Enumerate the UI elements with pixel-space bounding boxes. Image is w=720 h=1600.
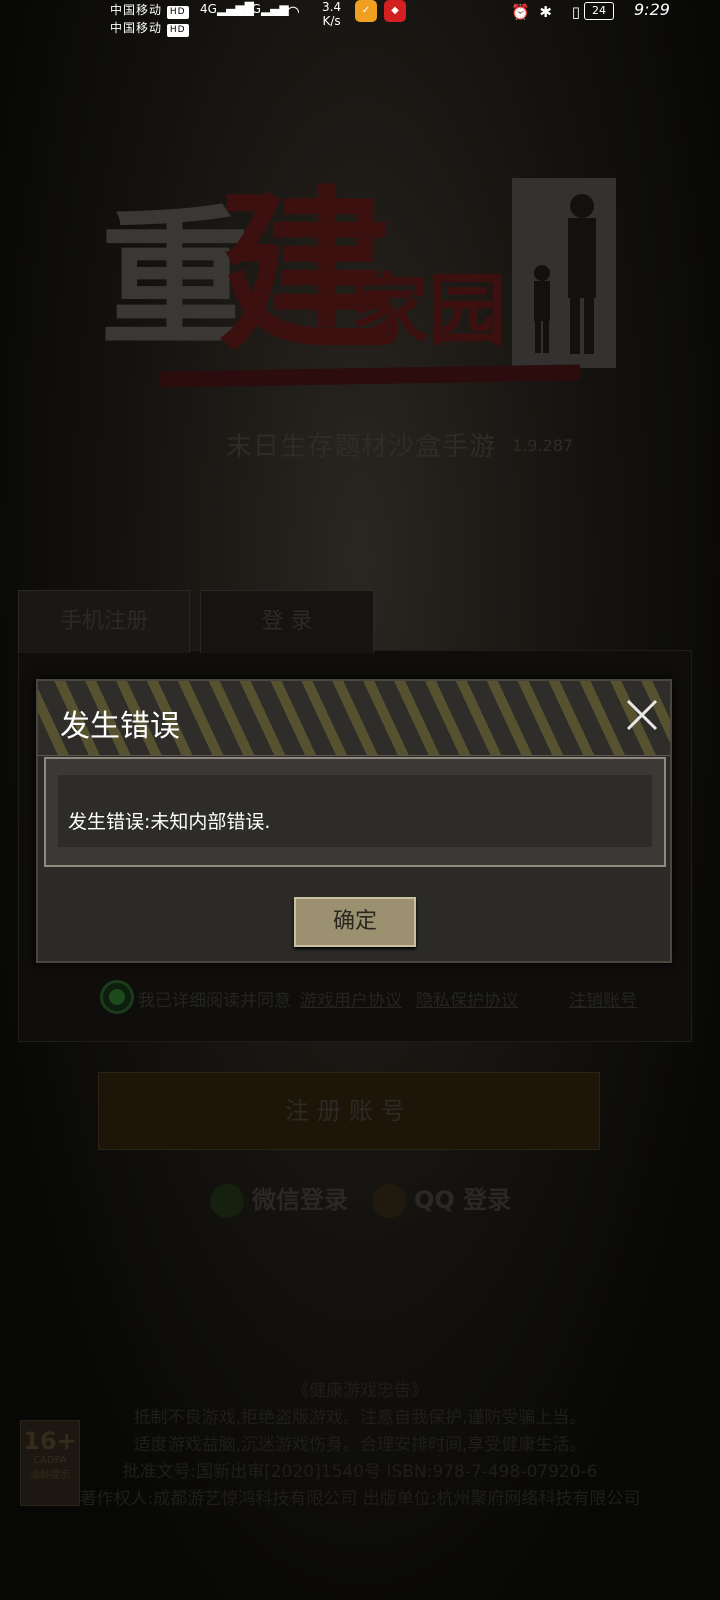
- notice-line-2: 适度游戏益脑,沉迷游戏伤身。合理安排时间,享受健康生活。: [133, 1435, 587, 1455]
- age-rating-number: 16+: [23, 1427, 77, 1455]
- wechat-login-button[interactable]: 微信登录: [210, 1180, 348, 1218]
- close-icon[interactable]: [622, 695, 662, 735]
- agreement-row: 我已详细阅读并同意 游戏用户协议 隐私保护协议 注销账号: [100, 980, 660, 1014]
- alarm-icon: ⏰: [511, 3, 530, 21]
- health-notice: 《健康游戏忠告》 抵制不良游戏,拒绝盗版游戏。注意自我保护,谨防受骗上当。 适度…: [0, 1378, 720, 1513]
- battery-icon: 24: [584, 2, 614, 20]
- vibrate-icon: ▯: [571, 3, 580, 21]
- agree-radio[interactable]: [100, 980, 134, 1014]
- dialog-message: 发生错误:未知内部错误.: [68, 811, 271, 833]
- qq-login-button[interactable]: QQ 登录: [372, 1180, 511, 1218]
- silhouette-image: [512, 178, 616, 368]
- qq-icon: [372, 1184, 406, 1218]
- game-version: 1.9.287: [512, 436, 574, 455]
- network-speed: 3.4 K/s: [322, 0, 342, 28]
- register-button[interactable]: 注册账号: [98, 1072, 600, 1150]
- agreement-text: 我已详细阅读并同意: [138, 991, 291, 1011]
- carrier-2: 中国移动: [110, 21, 163, 35]
- logo-rest: 家园: [350, 265, 507, 356]
- dialog-header: 发生错误: [38, 681, 670, 756]
- hd-badge-2: HD: [166, 24, 189, 37]
- tab-phone-register[interactable]: 手机注册: [18, 590, 190, 653]
- message-box: 发生错误:未知内部错误.: [44, 757, 666, 867]
- wifi-icon: ◠: [286, 2, 300, 21]
- game-logo: 重 建 家园: [100, 170, 620, 388]
- status-bar: 中国移动 HD 中国移动 HD 4G▂▄▆█ 5G▂▄▆ ◠ 3.4 K/s ✓…: [0, 0, 720, 37]
- notify-app-icon-2: ◆: [384, 0, 406, 22]
- notify-app-icon: ✓: [355, 0, 377, 22]
- notice-line-4: 著作权人:成都游艺惊鸿科技有限公司 出版单位:杭州聚府网络科技有限公司: [79, 1489, 641, 1509]
- wechat-login-label: 微信登录: [252, 1186, 348, 1214]
- dialog-title: 发生错误: [60, 709, 180, 744]
- age-rating-badge: 16+ CADPA 适龄提示: [20, 1420, 80, 1506]
- family-silhouette-icon: [534, 194, 596, 354]
- notice-line-1: 抵制不良游戏,拒绝盗版游戏。注意自我保护,谨防受骗上当。: [133, 1408, 587, 1428]
- clock: 9:29: [634, 0, 670, 19]
- cancel-account-link[interactable]: 注销账号: [569, 986, 637, 1011]
- wechat-icon: [210, 1184, 244, 1218]
- notice-line-3: 批准文号:国新出审[2020]1540号 ISBN:978-7-498-0792…: [122, 1462, 598, 1482]
- age-rating-org: CADPA: [33, 1455, 67, 1466]
- ok-button[interactable]: 确定: [294, 897, 416, 947]
- carrier-1: 中国移动: [110, 3, 163, 17]
- signal-5g-icon: 5G▂▄▆: [244, 2, 289, 16]
- carrier-info: 中国移动 HD 中国移动 HD: [110, 0, 189, 37]
- age-rating-label: 适龄提示: [30, 1470, 70, 1481]
- error-dialog: 发生错误 发生错误:未知内部错误. 确定: [36, 679, 672, 963]
- user-agreement-link[interactable]: 游戏用户协议: [300, 986, 402, 1011]
- privacy-policy-link[interactable]: 隐私保护协议: [416, 986, 518, 1011]
- qq-login-label: QQ 登录: [414, 1186, 512, 1214]
- game-subtitle: 末日生存题材沙盒手游: [226, 432, 497, 462]
- tab-login[interactable]: 登 录: [200, 590, 374, 653]
- bluetooth-icon: ✱: [539, 3, 552, 21]
- notice-title: 《健康游戏忠告》: [292, 1381, 428, 1401]
